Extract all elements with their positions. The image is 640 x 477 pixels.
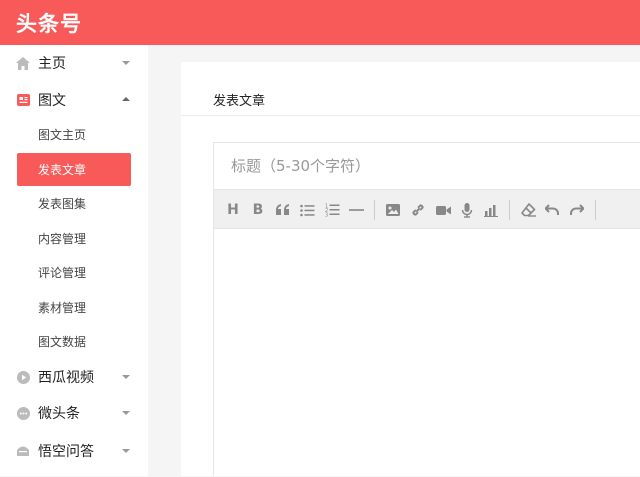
bar-chart-icon — [484, 204, 498, 217]
undo-button[interactable] — [543, 201, 561, 219]
svg-text:3: 3 — [325, 213, 328, 218]
article-title-input[interactable] — [214, 143, 640, 189]
sidebar-item-label: 图文 — [38, 93, 66, 109]
sidebar-item-micro-headline[interactable]: 微头条 — [0, 395, 148, 431]
quote-button[interactable] — [274, 201, 292, 219]
insert-video-button[interactable] — [434, 201, 452, 219]
heading-button[interactable]: H — [224, 201, 242, 219]
chevron-down-icon — [122, 411, 130, 415]
chat-bubble-icon — [16, 406, 30, 420]
bold-button[interactable]: B — [249, 201, 267, 219]
horizontal-rule-icon — [348, 209, 364, 211]
article-editor: H B 123 — [213, 142, 640, 476]
quote-icon — [276, 204, 289, 215]
page-title: 发表文章 — [213, 94, 266, 109]
bullet-list-button[interactable] — [298, 201, 316, 219]
sidebar-subitem-article-data[interactable]: 图文数据 — [17, 325, 131, 358]
qa-icon — [16, 444, 30, 458]
sidebar-item-home[interactable]: 主页 — [0, 45, 148, 81]
app-logo[interactable]: 头条号 — [16, 8, 82, 38]
sidebar-item-article[interactable]: 图文 — [0, 82, 148, 118]
card-header: 发表文章 — [181, 62, 640, 116]
redo-icon — [570, 204, 584, 215]
insert-link-button[interactable] — [409, 201, 427, 219]
chevron-down-icon — [122, 375, 130, 379]
chevron-down-icon — [122, 449, 130, 453]
toolbar-separator — [509, 200, 510, 220]
clear-format-button[interactable] — [519, 201, 537, 219]
article-icon — [16, 93, 30, 107]
bullet-list-icon — [299, 204, 314, 216]
sidebar-item-wukong-qa[interactable]: 悟空问答 — [0, 433, 148, 469]
article-body-editor[interactable] — [214, 229, 640, 477]
toolbar-separator — [595, 200, 596, 220]
home-icon — [16, 56, 30, 70]
ordered-list-icon: 123 — [325, 204, 339, 218]
insert-chart-button[interactable] — [482, 201, 500, 219]
bold-icon: B — [252, 202, 264, 218]
chevron-up-icon — [122, 97, 130, 101]
insert-image-button[interactable] — [384, 201, 402, 219]
sidebar-item-label: 微头条 — [38, 406, 80, 422]
toolbar-separator — [374, 200, 375, 220]
sidebar: 主页 图文 图文主页 发表文章 发表图集 内容管理 评论管理 素材管理 图文数据… — [0, 45, 148, 476]
undo-icon — [545, 204, 559, 215]
divider-button[interactable] — [347, 201, 365, 219]
redo-button[interactable] — [568, 201, 586, 219]
sidebar-subitem-comment-management[interactable]: 评论管理 — [17, 256, 131, 289]
link-icon — [412, 204, 424, 216]
sidebar-subitem-article-home[interactable]: 图文主页 — [17, 118, 131, 151]
video-camera-icon — [435, 205, 451, 215]
eraser-icon — [520, 203, 536, 217]
top-bar: 头条号 — [0, 0, 640, 45]
sidebar-subitem-publish-article[interactable]: 发表文章 — [17, 153, 131, 186]
sidebar-item-xigua-video[interactable]: 西瓜视频 — [0, 359, 148, 395]
image-icon — [386, 204, 400, 216]
sidebar-subitem-content-management[interactable]: 内容管理 — [17, 222, 131, 255]
chevron-down-icon — [122, 61, 130, 65]
ordered-list-button[interactable]: 123 — [323, 201, 341, 219]
sidebar-item-label: 主页 — [38, 56, 66, 72]
microphone-icon — [461, 202, 473, 218]
insert-audio-button[interactable] — [458, 201, 476, 219]
sidebar-subitem-publish-gallery[interactable]: 发表图集 — [17, 187, 131, 220]
sidebar-item-label: 西瓜视频 — [38, 370, 94, 386]
editor-toolbar: H B 123 — [214, 189, 640, 229]
heading-icon: H — [227, 202, 239, 218]
sidebar-item-label: 悟空问答 — [38, 444, 94, 460]
sidebar-subitem-material-management[interactable]: 素材管理 — [17, 291, 131, 324]
video-play-icon — [16, 370, 30, 384]
